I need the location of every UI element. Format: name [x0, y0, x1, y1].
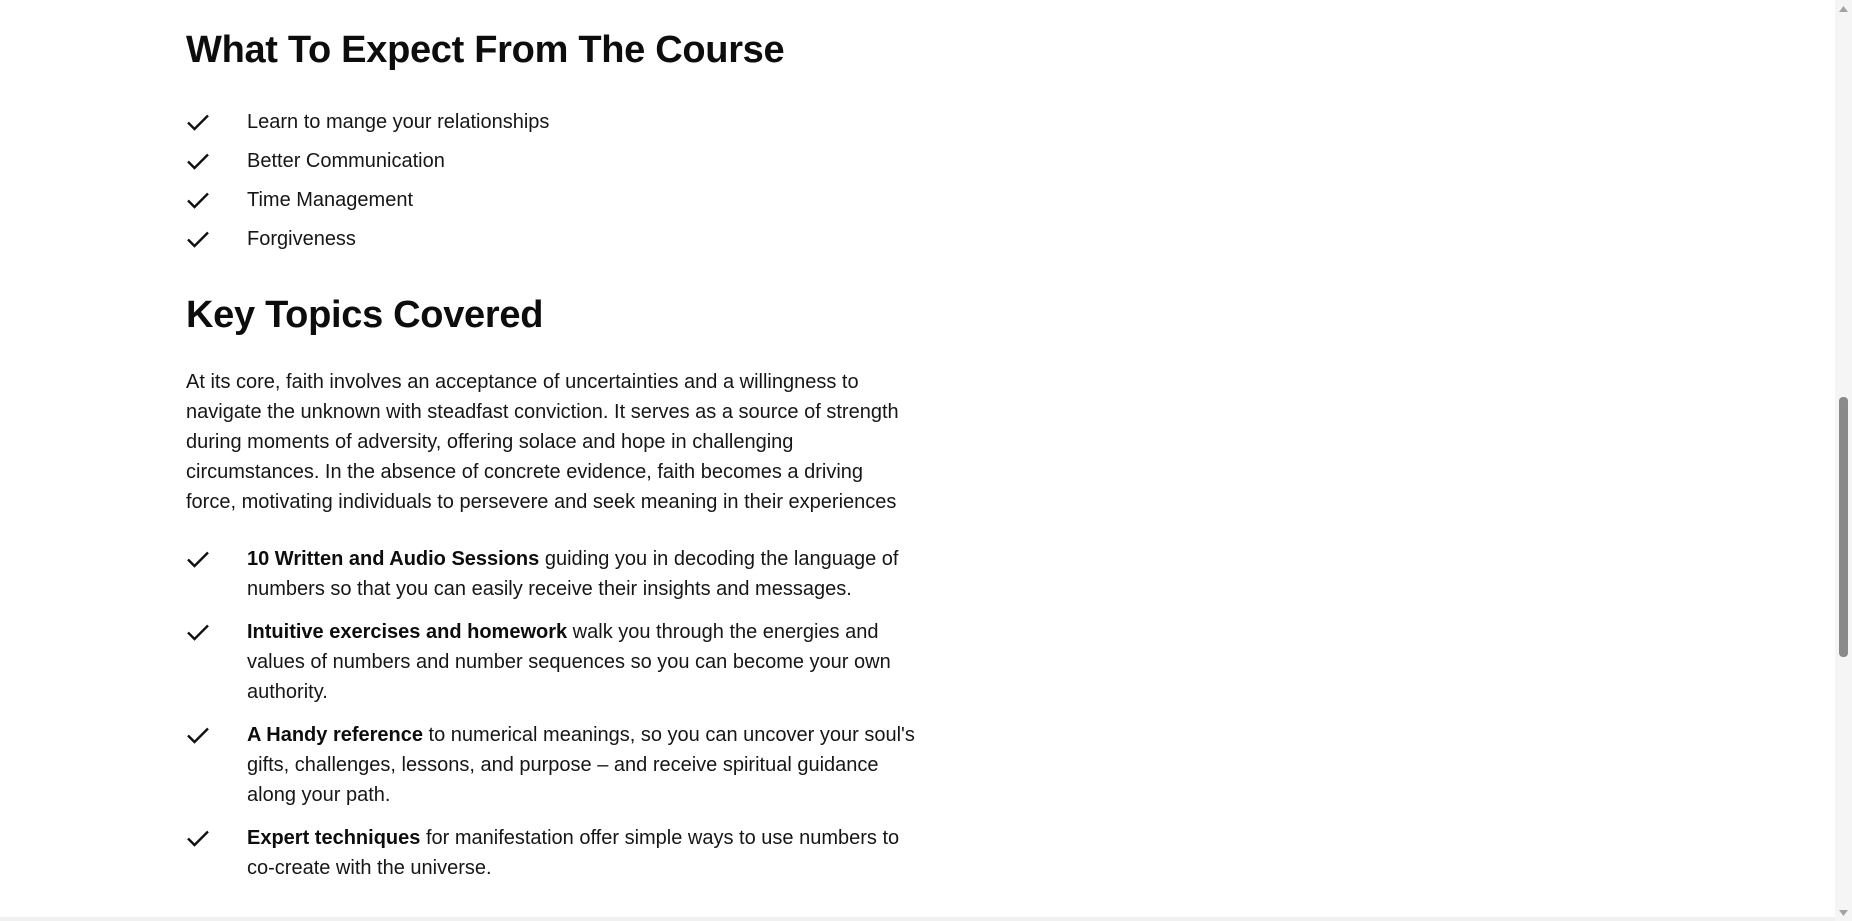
- topic-item-text: A Handy reference to numerical meanings,…: [247, 720, 916, 810]
- list-item-label: Forgiveness: [247, 227, 356, 250]
- check-icon: [186, 547, 210, 571]
- list-item: Forgiveness: [186, 219, 549, 258]
- topic-item-text: 10 Written and Audio Sessions guiding yo…: [247, 544, 916, 604]
- list-item-label: Learn to mange your relationships: [247, 110, 550, 133]
- topic-item-bold: Intuitive exercises and homework: [247, 621, 568, 643]
- topic-item-text: Intuitive exercises and homework walk yo…: [247, 617, 916, 707]
- topic-item-text: Expert techniques for manifestation offe…: [247, 823, 916, 883]
- vertical-scrollbar[interactable]: [1835, 0, 1852, 921]
- topic-item-bold: Expert techniques: [247, 827, 421, 849]
- topic-item: 10 Written and Audio Sessions guiding yo…: [186, 544, 916, 604]
- check-icon: [186, 149, 210, 173]
- check-icon: [186, 723, 210, 747]
- page-bottom-edge: [0, 917, 1835, 921]
- topics-list: 10 Written and Audio Sessions guiding yo…: [186, 544, 916, 896]
- scrollbar-thumb[interactable]: [1839, 397, 1848, 657]
- topic-item: Expert techniques for manifestation offe…: [186, 823, 916, 883]
- check-icon: [186, 826, 210, 850]
- list-item: Better Communication: [186, 141, 549, 180]
- list-item-label: Time Management: [247, 188, 413, 211]
- list-item: Learn to mange your relationships: [186, 102, 549, 141]
- topic-item: Intuitive exercises and homework walk yo…: [186, 617, 916, 707]
- expect-list: Learn to mange your relationships Better…: [186, 102, 549, 258]
- check-icon: [186, 227, 210, 251]
- check-icon: [186, 110, 210, 134]
- expect-section-title: What To Expect From The Course: [186, 29, 785, 71]
- page: What To Expect From The Course Learn to …: [0, 0, 1852, 921]
- topic-item-bold: A Handy reference: [247, 724, 423, 746]
- check-icon: [186, 620, 210, 644]
- topic-item: A Handy reference to numerical meanings,…: [186, 720, 916, 810]
- topics-section-title: Key Topics Covered: [186, 294, 544, 336]
- arrow-down-icon[interactable]: [1835, 904, 1852, 921]
- check-icon: [186, 188, 210, 212]
- arrow-up-icon[interactable]: [1835, 0, 1852, 17]
- topic-item-bold: 10 Written and Audio Sessions: [247, 548, 540, 570]
- list-item: Time Management: [186, 180, 549, 219]
- topics-intro-paragraph: At its core, faith involves an acceptanc…: [186, 371, 899, 513]
- list-item-label: Better Communication: [247, 149, 445, 172]
